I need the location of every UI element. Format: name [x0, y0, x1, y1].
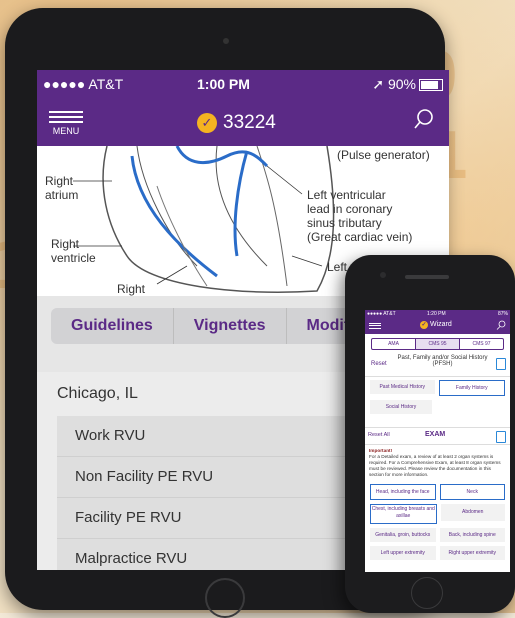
status-bar: ●●●●● AT&T 1:00 PM ➚ 90%	[37, 70, 449, 100]
battery-percent: 90%	[387, 76, 416, 92]
important-title: Important!	[369, 448, 393, 453]
segment-ama[interactable]: AMA	[372, 339, 416, 349]
iphone-speaker	[405, 275, 449, 279]
phone-clock: 1:20 PM	[427, 311, 446, 317]
exam-abdomen-button[interactable]: Abdomen	[440, 504, 505, 521]
battery-icon	[419, 79, 443, 92]
history-grid: Past Medical History Family History Soci…	[365, 377, 510, 421]
iphone-camera	[380, 272, 386, 278]
menu-label: MENU	[52, 126, 80, 136]
exam-right-upper-button[interactable]: Right upper extremity	[439, 546, 505, 560]
search-icon[interactable]	[496, 320, 506, 330]
phone-carrier: ●●●●● AT&T	[367, 311, 396, 317]
phone-title-text: Wizard	[430, 321, 452, 328]
rules-segmented-control: AMA CMS 95 CMS 97	[371, 338, 504, 350]
segment-cms95[interactable]: CMS 95	[416, 339, 460, 349]
carrier-label: ●●●●● AT&T	[43, 76, 124, 92]
reset-all-button[interactable]: Reset All	[368, 432, 390, 438]
pfsh-reset-button[interactable]: Reset	[371, 361, 387, 367]
phone-status-bar: ●●●●● AT&T 1:20 PM 87%	[365, 310, 510, 318]
phone-nav-bar: ✓ Wizard	[365, 318, 510, 334]
pfsh-title: Past, Family and/or Social History (PFSH…	[397, 355, 488, 367]
tab-guidelines[interactable]: Guidelines	[51, 308, 174, 344]
exam-genitalia-button[interactable]: Genitalia, groin, buttocks	[370, 528, 436, 542]
label-pulse-generator: (Pulse generator)	[337, 148, 430, 162]
social-history-button[interactable]: Social History	[370, 400, 432, 414]
phone-battery: 87%	[497, 311, 508, 317]
document-icon[interactable]	[496, 431, 506, 443]
nav-bar: MENU ✓ 33224	[37, 100, 449, 146]
chevron-down-icon: ✓	[420, 321, 428, 329]
clock: 1:00 PM	[197, 76, 250, 92]
segment-cms97[interactable]: CMS 97	[460, 339, 503, 349]
exam-chest-button[interactable]: Chest, including breasts and axillae	[370, 504, 437, 524]
phone-title: ✓ Wizard	[420, 321, 452, 329]
code-number: 33224	[223, 112, 276, 133]
menu-button[interactable]: MENU	[49, 108, 83, 136]
code-selector[interactable]: ✓ 33224	[197, 112, 276, 134]
phone-menu-button[interactable]	[369, 321, 381, 330]
important-text: For a Detailed exam, a review of at leas…	[369, 454, 501, 477]
label-right-ventricular-lead: Right ventricular lead	[117, 282, 146, 296]
important-note: Important! For a Detailed exam, a review…	[365, 445, 510, 481]
ipad-home-button[interactable]	[205, 578, 245, 618]
tab-vignettes[interactable]: Vignettes	[174, 308, 287, 344]
label-right-ventricle: Right ventricle	[51, 237, 96, 265]
rvu-label: Facility PE RVU	[75, 509, 182, 526]
rvu-label: Malpractice RVU	[75, 550, 188, 567]
battery-status: ➚ 90%	[372, 76, 443, 93]
search-icon[interactable]	[413, 108, 435, 130]
iphone-screen: ●●●●● AT&T 1:20 PM 87% ✓ Wizard AMA CMS 9…	[365, 310, 510, 572]
exam-header: Reset All EXAM	[365, 427, 510, 445]
rvu-label: Work RVU	[75, 427, 146, 444]
document-icon[interactable]	[496, 358, 506, 370]
iphone-home-button[interactable]	[411, 577, 443, 609]
label-right-atrium: Right atrium	[45, 174, 79, 202]
exam-grid: Head, including the face Neck Chest, inc…	[365, 481, 510, 567]
ipad-camera	[223, 38, 229, 44]
past-medical-history-button[interactable]: Past Medical History	[370, 380, 435, 394]
chevron-down-icon: ✓	[197, 112, 217, 133]
exam-title: EXAM	[425, 431, 446, 438]
family-history-button[interactable]: Family History	[438, 380, 505, 396]
exam-back-button[interactable]: Back, including spine	[439, 528, 505, 542]
exam-head-button[interactable]: Head, including the face	[370, 484, 436, 500]
rvu-label: Non Facility PE RVU	[75, 468, 214, 485]
exam-left-upper-button[interactable]: Left upper extremity	[370, 546, 436, 560]
iphone-device: ●●●●● AT&T 1:20 PM 87% ✓ Wizard AMA CMS 9…	[345, 255, 515, 613]
label-lv-lead: Left ventricular lead in coronary sinus …	[307, 188, 413, 244]
exam-neck-button[interactable]: Neck	[439, 484, 505, 500]
pfsh-header: Reset Past, Family and/or Social History…	[365, 354, 510, 377]
